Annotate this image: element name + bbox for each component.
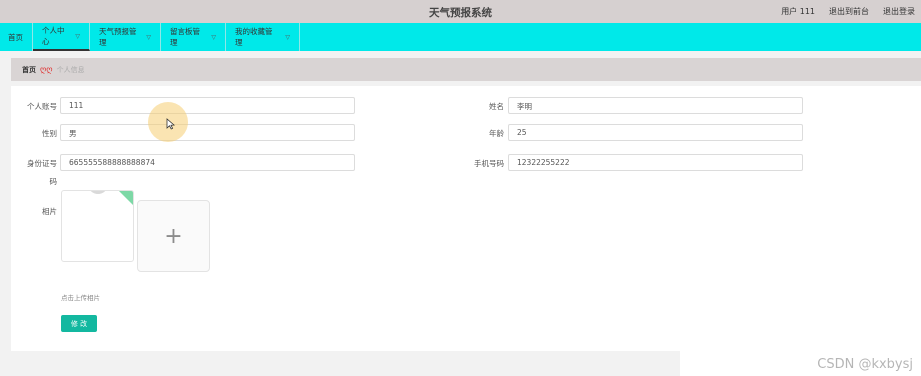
chevron-down-icon: ▽ bbox=[146, 33, 151, 41]
id-number-label-cont: 码 bbox=[49, 177, 58, 186]
logout-link[interactable]: 退出登录 bbox=[883, 6, 915, 17]
phone-label: 手机号码 bbox=[474, 159, 504, 168]
nav-favorites-management[interactable]: 我的收藏管理 ▽ bbox=[226, 23, 300, 51]
nav-board-management[interactable]: 留言板管理 ▽ bbox=[161, 23, 226, 51]
account-label: 个人账号 bbox=[27, 102, 57, 111]
nav-weather-management[interactable]: 天气预报管理 ▽ bbox=[90, 23, 161, 51]
name-label: 姓名 bbox=[489, 102, 504, 111]
current-user-link[interactable]: 用户 111 bbox=[781, 6, 815, 17]
nav-personal-label: 个人中心 bbox=[42, 26, 65, 46]
breadcrumb-home[interactable]: 首页 bbox=[22, 65, 36, 75]
watermark: CSDN @kxbysj bbox=[817, 357, 913, 372]
id-number-field[interactable]: 665555588888888874 bbox=[60, 154, 355, 171]
breadcrumb-current: 个人信息 bbox=[56, 65, 85, 74]
account-field[interactable]: 111 bbox=[60, 97, 355, 114]
plus-icon: + bbox=[164, 223, 183, 249]
chevron-down-icon: ▽ bbox=[211, 33, 216, 41]
id-number-label: 身份证号 bbox=[27, 159, 57, 168]
top-header: 天气预报系统 用户 111 退出到前台 退出登录 bbox=[0, 0, 921, 23]
nav-personal-center[interactable]: 个人中心 ▽ bbox=[33, 23, 90, 51]
mouse-cursor-icon bbox=[166, 118, 175, 130]
chevron-down-icon: ▽ bbox=[75, 32, 80, 40]
photo-image bbox=[88, 191, 108, 194]
back-to-front-link[interactable]: 退出到前台 bbox=[829, 6, 869, 17]
nav-favorites-label: 我的收藏管理 bbox=[235, 27, 273, 47]
photo-status-corner bbox=[119, 191, 133, 205]
breadcrumb-separator-icon: ღღ bbox=[40, 65, 53, 74]
main-navbar: 首页 个人中心 ▽ 天气预报管理 ▽ 留言板管理 ▽ 我的收藏管理 ▽ bbox=[0, 23, 921, 51]
age-label: 年龄 bbox=[489, 129, 504, 138]
nav-home[interactable]: 首页 bbox=[0, 23, 33, 51]
chevron-down-icon: ▽ bbox=[285, 33, 290, 41]
breadcrumb: 首页 ღღ 个人信息 bbox=[11, 58, 921, 81]
photo-upload-button[interactable]: + bbox=[137, 200, 210, 272]
top-links: 用户 111 退出到前台 退出登录 bbox=[781, 6, 915, 17]
submit-button[interactable]: 修 改 bbox=[61, 315, 97, 332]
phone-field[interactable]: 12322255222 bbox=[508, 154, 803, 171]
nav-weather-label: 天气预报管理 bbox=[99, 27, 137, 47]
name-field[interactable]: 李明 bbox=[508, 97, 803, 114]
nav-board-label: 留言板管理 bbox=[170, 27, 200, 47]
photo-label: 相片 bbox=[42, 207, 57, 216]
age-field[interactable]: 25 bbox=[508, 124, 803, 141]
gender-label: 性别 bbox=[42, 129, 57, 138]
upload-hint: 点击上传相片 bbox=[61, 294, 100, 302]
nav-home-label: 首页 bbox=[8, 32, 23, 42]
gender-select[interactable]: 男 bbox=[60, 124, 355, 141]
photo-preview bbox=[61, 190, 134, 262]
